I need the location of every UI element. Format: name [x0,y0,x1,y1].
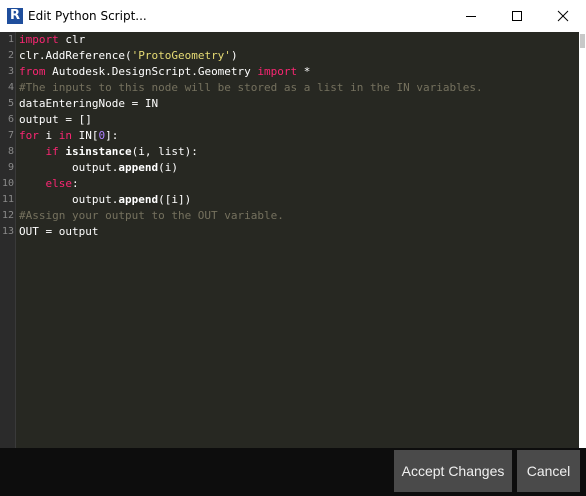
code-token: output. [19,161,119,174]
code-line[interactable]: from Autodesk.DesignScript.Geometry impo… [19,64,310,80]
line-number: 12 [1,210,14,221]
code-token: output = [] [19,113,92,126]
code-token: import [257,65,298,78]
revit-app-icon: R [7,8,23,24]
maximize-button[interactable] [494,0,540,32]
code-token: append [118,193,159,206]
code-token: #The inputs to this node will be stored … [19,81,483,94]
code-line[interactable]: output.append(i) [19,160,178,176]
code-token: ]: [105,129,119,142]
code-token: output. [19,193,119,206]
line-number: 7 [7,130,14,141]
code-line[interactable]: clr.AddReference('ProtoGeometry') [19,48,238,64]
accept-changes-button[interactable]: Accept Changes [394,450,512,492]
code-token: for [19,129,39,142]
code-token: IN[ [72,129,99,142]
code-token: dataEnteringNode = IN [19,97,159,110]
line-number: 5 [7,98,14,109]
code-token: 'ProtoGeometry' [131,49,231,62]
scrollbar-thumb[interactable] [580,34,585,48]
code-token: ([i]) [158,193,192,206]
line-number: 1 [7,34,14,45]
code-line[interactable]: OUT = output [19,224,98,240]
code-token: import [19,33,59,46]
code-token: #Assign your output to the OUT variable. [19,209,284,222]
code-line[interactable]: import clr [19,32,85,48]
line-number-gutter: 1 2 3 4 5 6 7 8 9 10 11 12 13 [0,32,15,448]
code-token: : [72,177,79,190]
code-token: append [118,161,159,174]
minimize-icon [466,16,476,17]
line-number: 4 [7,82,14,93]
title-bar[interactable]: R Edit Python Script... [0,0,586,32]
window-title: Edit Python Script... [28,9,147,23]
code-token: if [45,145,59,158]
gutter-divider [15,32,16,448]
code-line[interactable]: if isinstance(i, list): [19,144,198,160]
cancel-button[interactable]: Cancel [517,450,580,492]
line-number: 11 [1,194,14,205]
code-token: Autodesk.DesignScript.Geometry [45,65,258,78]
code-line[interactable]: output.append([i]) [19,192,191,208]
code-line[interactable]: for i in IN[0]: [19,128,118,144]
code-line[interactable]: #Assign your output to the OUT variable. [19,208,284,224]
line-number: 10 [1,178,14,189]
code-token: * [297,65,311,78]
code-token: clr [58,33,86,46]
line-number: 13 [1,226,14,237]
code-token: in [58,129,72,142]
minimize-button[interactable] [448,0,494,32]
code-token: from [19,65,46,78]
code-token: i [38,129,59,142]
line-number: 6 [7,114,14,125]
code-line[interactable]: dataEnteringNode = IN [19,96,158,112]
line-number: 3 [7,66,14,77]
code-editor[interactable]: 1 2 3 4 5 6 7 8 9 10 11 12 13 import clr clr.AddRefer… [0,32,579,448]
code-token: OUT = output [19,225,99,238]
maximize-icon [512,11,522,21]
vertical-scrollbar[interactable] [579,32,586,448]
code-line[interactable]: else: [19,176,79,192]
line-number: 9 [7,162,14,173]
code-line[interactable]: #The inputs to this node will be stored … [19,80,483,96]
close-icon [557,10,569,22]
code-token: (i, list): [131,145,198,158]
close-button[interactable] [540,0,586,32]
code-token: isinstance [65,145,132,158]
line-number: 2 [7,50,14,61]
code-token: ) [230,49,238,62]
code-token: clr.AddReference( [19,49,132,62]
line-number: 8 [7,146,14,157]
dialog-footer: Accept Changes Cancel [0,448,586,496]
code-token: else [45,177,73,190]
code-line[interactable]: output = [] [19,112,92,128]
code-token: (i) [158,161,178,174]
